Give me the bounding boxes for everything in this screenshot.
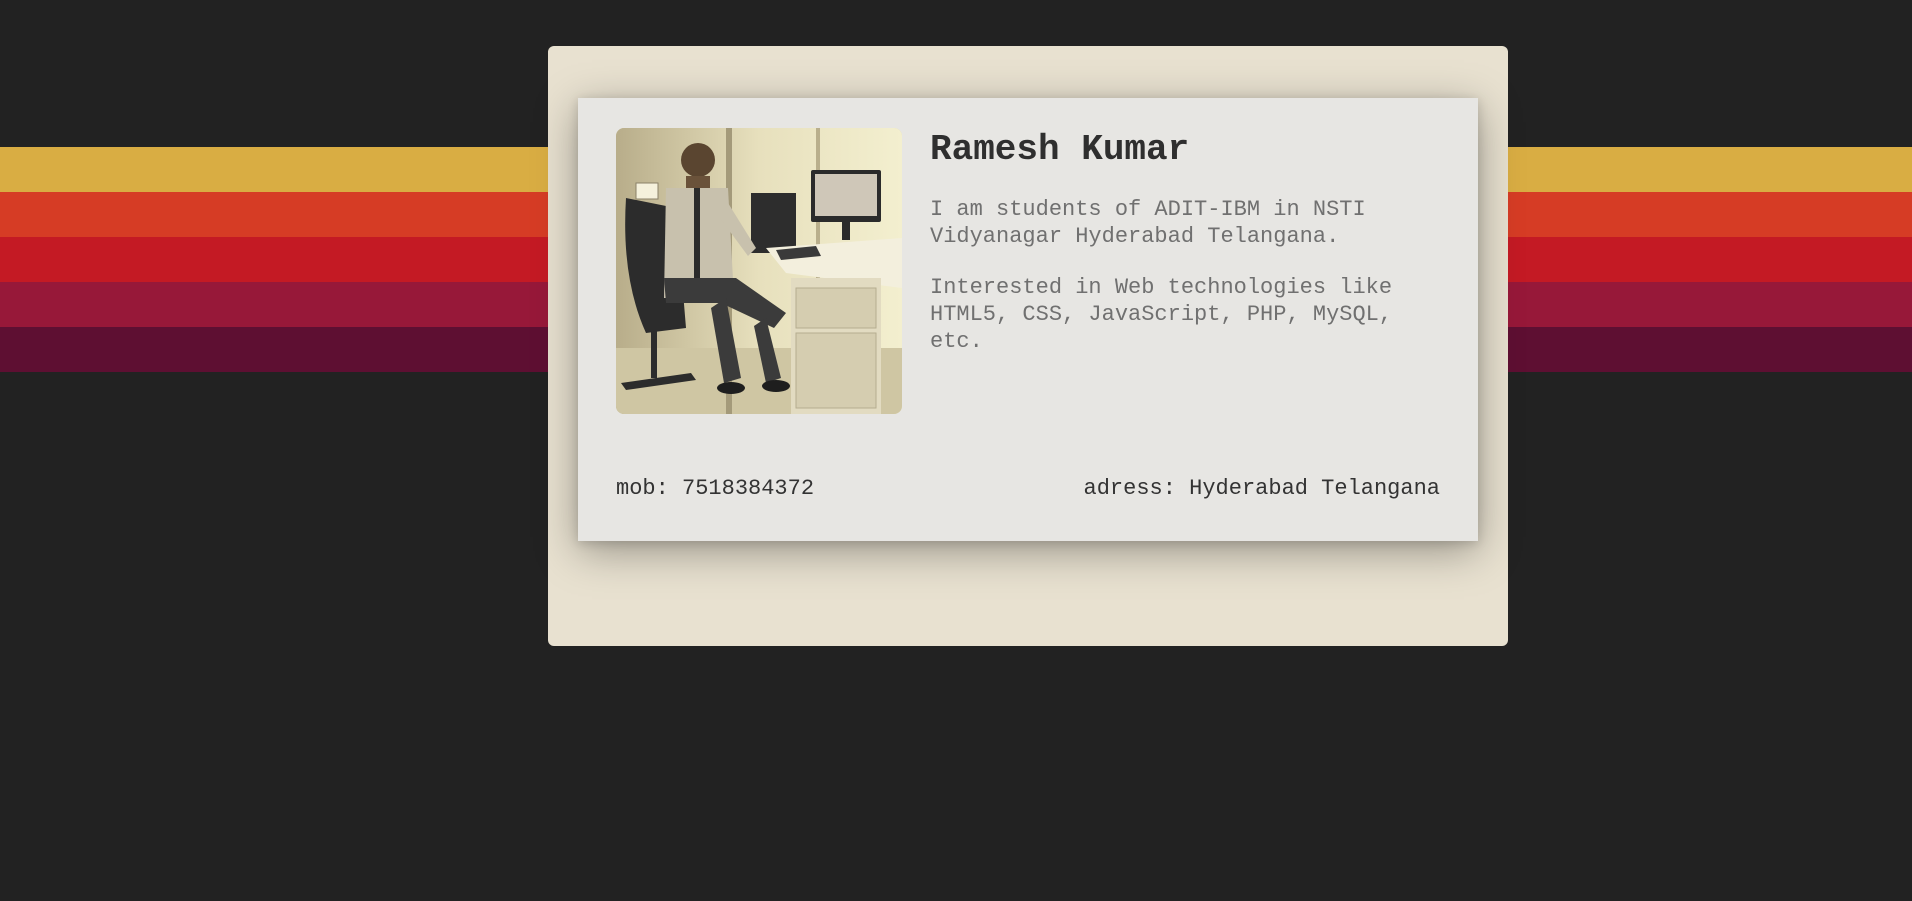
profile-name: Ramesh Kumar	[930, 129, 1190, 170]
profile-photo	[616, 128, 902, 414]
profile-bio-education: I am students of ADIT-IBM in NSTI Vidyan…	[930, 197, 1366, 249]
profile-bio-interests: Interested in Web technologies like HTML…	[930, 275, 1393, 354]
profile-card: Ramesh Kumar I am students of ADIT-IBM i…	[578, 98, 1478, 541]
address: adress: Hyderabad Telangana	[1083, 476, 1440, 501]
person-at-desk-photo	[616, 128, 902, 414]
mobile-number: mob: 7518384372	[616, 476, 815, 501]
